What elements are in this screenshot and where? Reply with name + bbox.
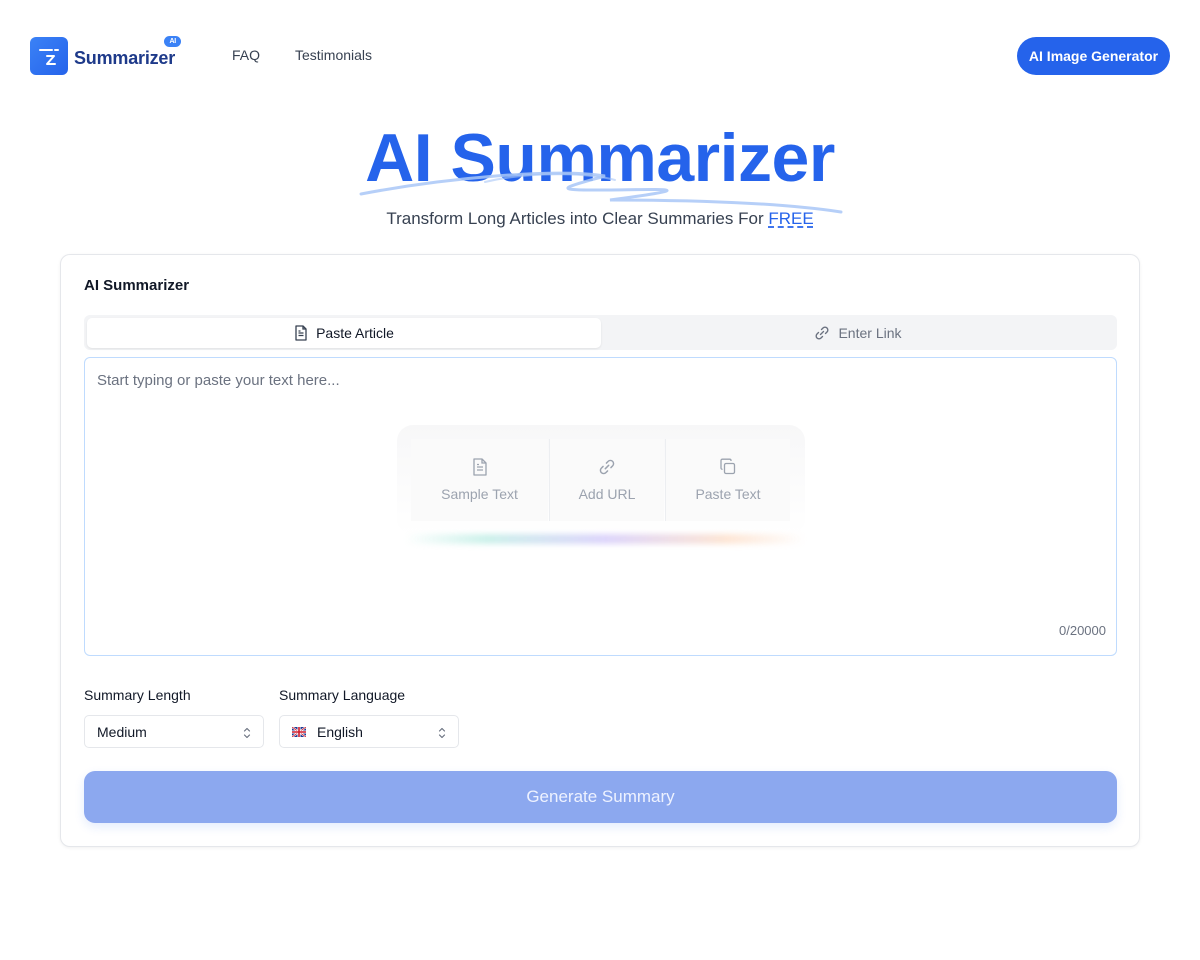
free-highlight: FREE xyxy=(768,209,814,228)
tab-enter-link[interactable]: Enter Link xyxy=(601,318,1115,348)
summary-length-label: Summary Length xyxy=(84,687,191,703)
paste-text-label: Paste Text xyxy=(695,486,761,502)
ai-badge: AI xyxy=(164,35,182,47)
chevron-up-down-icon xyxy=(243,727,251,739)
input-mode-tabs: Paste Article Enter Link xyxy=(84,315,1117,350)
link-icon xyxy=(599,459,615,475)
summary-language-value: English xyxy=(317,723,363,740)
summary-language-label: Summary Language xyxy=(279,687,406,703)
add-url-label: Add URL xyxy=(578,486,636,502)
ai-image-generator-button[interactable]: AI Image Generator xyxy=(1017,37,1170,75)
copy-icon xyxy=(720,458,736,475)
hero-subtitle: Transform Long Articles into Clear Summa… xyxy=(0,209,1200,229)
tab-paste-article[interactable]: Paste Article xyxy=(87,318,601,348)
generate-summary-button[interactable]: Generate Summary xyxy=(84,771,1117,823)
article-editor: Sample Text Add URL Paste Text 0/20000 xyxy=(84,357,1117,656)
hero-subtitle-text: Transform Long Articles into Clear Summa… xyxy=(386,209,769,228)
summary-length-select[interactable]: Medium xyxy=(84,715,264,748)
character-counter: 0/20000 xyxy=(1059,623,1106,638)
sample-text-button[interactable]: Sample Text xyxy=(411,439,548,521)
sample-text-label: Sample Text xyxy=(441,486,518,502)
hero-swoosh-decoration xyxy=(359,171,843,214)
nav-testimonials-link[interactable]: Testimonials xyxy=(295,47,372,63)
quick-actions-glow xyxy=(405,534,805,544)
uk-flag-icon xyxy=(292,726,306,737)
nav-faq-link[interactable]: FAQ xyxy=(232,47,260,63)
tab-enter-link-label: Enter Link xyxy=(838,325,902,341)
summary-language-select[interactable]: English xyxy=(279,715,459,748)
document-icon xyxy=(472,458,487,476)
logo[interactable]: Summarizer AI xyxy=(30,35,182,75)
chevron-up-down-icon xyxy=(438,727,446,739)
summarizer-card: AI Summarizer Paste Article Enter Link S… xyxy=(60,254,1140,847)
logo-mark-icon xyxy=(30,37,68,75)
site-header: Summarizer AI FAQ Testimonials AI Image … xyxy=(0,0,1200,110)
tab-paste-article-label: Paste Article xyxy=(316,325,394,341)
document-icon xyxy=(295,325,307,341)
logo-wordmark: Summarizer AI xyxy=(74,35,182,69)
link-icon xyxy=(815,326,829,340)
paste-text-button[interactable]: Paste Text xyxy=(666,439,790,521)
card-title: AI Summarizer xyxy=(84,277,190,294)
brand-name: Summarizer xyxy=(74,47,176,68)
summary-length-value: Medium xyxy=(97,723,147,740)
add-url-button[interactable]: Add URL xyxy=(550,439,664,521)
